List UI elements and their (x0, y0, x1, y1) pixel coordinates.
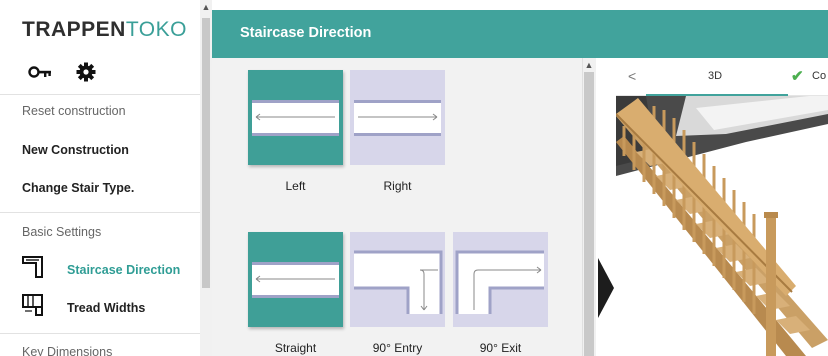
option-right[interactable] (350, 70, 445, 165)
sidebar-item-label: Staircase Direction (67, 263, 181, 277)
sidebar-divider (0, 333, 200, 334)
quarter-turn-exit-icon (455, 250, 544, 314)
option-90-entry[interactable] (350, 232, 445, 327)
sidebar-divider (0, 212, 200, 213)
sidebar-scroll-thumb[interactable] (202, 18, 210, 288)
preview-back-button[interactable]: < (628, 68, 636, 84)
preview-tabs: < 3D ✔ Co (616, 58, 828, 96)
straight-stair-icon (252, 262, 339, 298)
new-construction-link[interactable]: New Construction (22, 143, 129, 157)
logo-text-primary: TRAPPEN (22, 18, 126, 41)
option-right-label: Right (383, 179, 412, 193)
expand-arrow-icon[interactable] (598, 258, 614, 318)
quarter-turn-entry-icon (354, 250, 443, 314)
option-straight[interactable] (248, 232, 343, 327)
option-left[interactable] (248, 70, 343, 165)
staircase-direction-icon (22, 255, 44, 284)
tab-confirm[interactable]: Co (812, 70, 826, 82)
logo-text-accent: TOKO (125, 18, 187, 41)
tab-3d[interactable]: 3D (708, 70, 722, 82)
option-90-exit-label: 90° Exit (479, 341, 522, 355)
straight-stair-left-icon (252, 100, 339, 136)
option-90-exit[interactable] (453, 232, 548, 327)
change-stair-type-link[interactable]: Change Stair Type. (22, 181, 134, 195)
key-icon[interactable] (28, 65, 52, 84)
basic-settings-heading: Basic Settings (22, 225, 102, 239)
page-title: Staircase Direction (240, 25, 372, 41)
app-root: TRAPPENTOKO Reset construction New Const… (0, 0, 828, 356)
reset-construction-link[interactable]: Reset construction (22, 104, 126, 118)
sidebar-divider (0, 94, 200, 95)
straight-stair-right-icon (354, 100, 441, 136)
tread-widths-icon (22, 293, 44, 322)
staircase-3d-preview[interactable] (616, 96, 828, 356)
option-90-entry-label: 90° Entry (372, 341, 423, 355)
check-icon: ✔ (791, 68, 804, 85)
gear-icon[interactable] (76, 62, 96, 87)
sidebar-item-label: Tread Widths (67, 301, 146, 315)
options-scroll-thumb[interactable] (584, 72, 594, 356)
sidebar-toolbar (28, 62, 96, 87)
sidebar: TRAPPENTOKO Reset construction New Const… (0, 0, 212, 356)
scroll-up-arrow-icon[interactable]: ▲ (582, 58, 596, 72)
option-left-label: Left (285, 179, 306, 193)
page-header: Staircase Direction (212, 10, 828, 58)
key-dimensions-heading: Key Dimensions (22, 345, 113, 356)
brand-logo[interactable]: TRAPPENTOKO (22, 18, 187, 42)
scroll-up-arrow-icon[interactable]: ▲ (200, 0, 212, 14)
option-straight-label: Straight (274, 341, 317, 355)
